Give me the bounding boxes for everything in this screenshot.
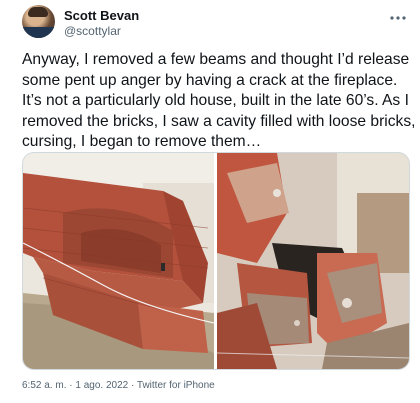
tweet: Scott Bevan @scottylar Anyway, I removed…: [0, 0, 420, 403]
fireplace-photo[interactable]: [23, 153, 214, 369]
cavity-illustration: [217, 153, 409, 369]
author-handle[interactable]: @scottylar: [64, 24, 121, 38]
tweet-media[interactable]: [22, 152, 410, 370]
tweet-source[interactable]: Twitter for iPhone: [137, 380, 215, 391]
cavity-photo[interactable]: [217, 153, 409, 369]
tweet-text: Anyway, I removed a few beams and though…: [22, 51, 416, 150]
tweet-time[interactable]: 6:52 a. m.: [22, 380, 66, 391]
avatar-hair: [28, 7, 48, 17]
separator-dot-2: ·: [128, 380, 137, 391]
fireplace-illustration: [23, 153, 214, 369]
avatar[interactable]: [22, 5, 55, 38]
more-options-icon[interactable]: [390, 10, 406, 22]
author-name[interactable]: Scott Bevan: [64, 8, 139, 23]
tweet-date[interactable]: 1 ago. 2022: [75, 380, 128, 391]
tweet-timestamp: 6:52 a. m. · 1 ago. 2022 · Twitter for i…: [22, 380, 215, 392]
avatar-shirt: [22, 27, 55, 38]
